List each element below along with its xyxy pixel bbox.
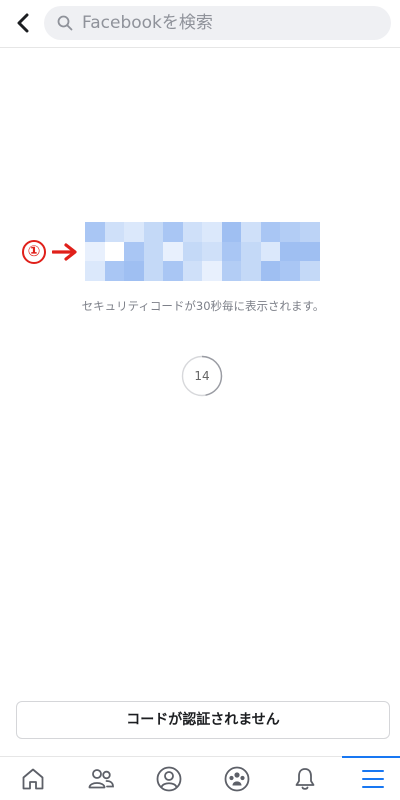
search-input[interactable] (82, 6, 382, 40)
code-pixel (260, 261, 281, 281)
code-pixel (221, 241, 242, 262)
code-pixel (280, 241, 300, 262)
profile-icon (156, 766, 182, 791)
code-pixel (104, 261, 125, 281)
tab-profile[interactable] (136, 757, 202, 800)
code-pixel (299, 261, 320, 281)
code-pixel (182, 261, 203, 281)
code-pixel (124, 261, 144, 281)
code-pixel (104, 222, 125, 242)
top-bar (0, 0, 400, 48)
chevron-left-icon (17, 13, 29, 33)
countdown-timer: 14 (181, 355, 223, 397)
code-pixel (143, 261, 164, 281)
code-pixel (260, 241, 281, 262)
app-root: ① セキュリティコードが30秒毎に表示されます。 14 コードが認証されません (0, 0, 400, 800)
annotation-marker: ① (22, 240, 82, 270)
code-pixel (182, 241, 203, 262)
code-pixel (221, 222, 242, 242)
menu-icon (362, 769, 384, 788)
code-pixel (163, 222, 183, 242)
search-icon (57, 15, 73, 31)
arrow-right-icon (52, 243, 77, 261)
tab-friends[interactable] (68, 757, 134, 800)
code-pixel (85, 261, 105, 281)
code-pixel (143, 222, 164, 242)
code-pixel (202, 222, 222, 242)
code-pixel (280, 261, 300, 281)
code-pixel (104, 241, 125, 262)
code-pixel (124, 222, 144, 242)
tab-home[interactable] (0, 757, 66, 800)
home-icon (22, 768, 44, 789)
timer-value: 14 (194, 369, 210, 383)
security-code-obscured (85, 222, 320, 281)
code-pixel (299, 222, 320, 242)
active-tab-indicator (342, 756, 400, 758)
code-pixel (143, 241, 164, 262)
code-pixel (124, 241, 144, 262)
annotation-number: ① (22, 240, 46, 264)
code-pixel (241, 222, 261, 242)
code-pixel (280, 222, 300, 242)
code-pixel (202, 241, 222, 262)
tab-menu[interactable] (340, 757, 400, 800)
code-pixel (163, 241, 183, 262)
search-box[interactable] (44, 6, 391, 40)
code-pixel (202, 261, 222, 281)
code-pixel (299, 241, 320, 262)
groups-icon (224, 766, 250, 791)
tab-groups[interactable] (204, 757, 270, 800)
code-pixel (85, 222, 105, 242)
code-pixel (241, 261, 261, 281)
friends-icon (88, 768, 114, 788)
code-pixel (163, 261, 183, 281)
bottom-tab-bar (0, 756, 400, 800)
code-description: セキュリティコードが30秒毎に表示されます。 (81, 299, 325, 313)
code-pixel (260, 222, 281, 242)
code-pixel (182, 222, 203, 242)
tab-notifications[interactable] (272, 757, 338, 800)
code-pixel (221, 261, 242, 281)
code-not-verified-button[interactable]: コードが認証されません (16, 701, 390, 739)
code-pixel (241, 241, 261, 262)
back-button[interactable] (10, 10, 36, 36)
code-pixel (85, 241, 105, 262)
bell-icon (295, 767, 315, 790)
